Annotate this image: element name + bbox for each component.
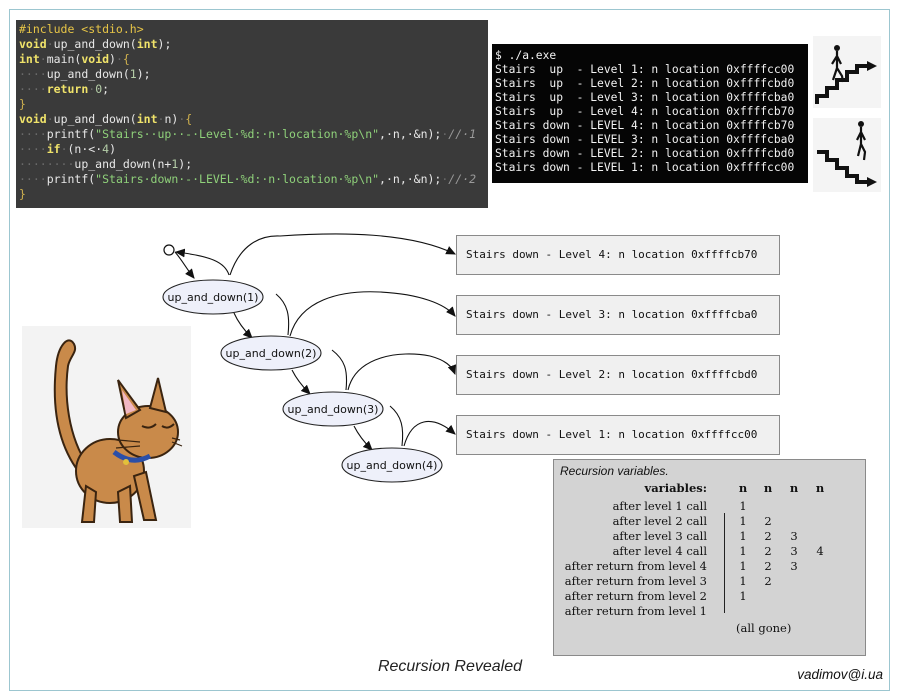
arrow-msg3-to-node1: [275, 291, 455, 337]
variables-cell: 1: [739, 544, 747, 558]
call-node-2: up_and_down(2): [220, 335, 322, 371]
variables-cell: 2: [764, 559, 772, 573]
variables-row-label: after return from level 2: [564, 589, 707, 603]
variables-row: after return from level 1: [554, 604, 865, 619]
variables-column-header: n: [763, 481, 773, 495]
variables-header-label: variables:: [644, 481, 707, 495]
variables-cell: 2: [764, 574, 772, 588]
arrow-node1-to-node2: [233, 312, 253, 339]
message-level-4: Stairs down - Level 4: n location 0xffff…: [456, 235, 780, 275]
svg-text:up_and_down(2): up_and_down(2): [226, 347, 317, 360]
variables-row-label: after return from level 3: [564, 574, 707, 588]
variables-row: after level 3 call 1 2 3: [554, 529, 865, 544]
variables-row-label: after return from level 1: [564, 604, 707, 618]
variables-column-header: n: [738, 481, 748, 495]
variables-row: after return from level 3 1 2: [554, 574, 865, 589]
call-node-4: up_and_down(4): [341, 447, 443, 483]
variables-cell: 1: [739, 499, 747, 513]
recursion-variables-panel: Recursion variables. (all gone) variable…: [553, 459, 866, 656]
variables-cell: 3: [790, 559, 798, 573]
variables-cell: 1: [739, 589, 747, 603]
arrow-msg1-to-node3: [389, 405, 455, 447]
call-node-3: up_and_down(3): [282, 391, 384, 427]
arrow-msg4-to-node1: [229, 233, 456, 276]
svg-text:up_and_down(4): up_and_down(4): [347, 459, 438, 472]
variables-cell: 3: [790, 544, 798, 558]
variables-cell: 1: [739, 514, 747, 528]
variables-row-label: after level 4 call: [612, 544, 707, 558]
variables-cell: 3: [790, 529, 798, 543]
variables-cell: 1: [739, 529, 747, 543]
variables-row: after level 1 call 1: [554, 499, 865, 514]
variables-cell: 2: [764, 544, 772, 558]
variables-cell: 1: [739, 574, 747, 588]
arrow-node3-to-node4: [353, 425, 373, 451]
arrow-msg2-to-node2: [331, 349, 455, 391]
variables-row: after return from level 4 1 2 3: [554, 559, 865, 574]
variables-header-row: variables: n n n n: [554, 481, 865, 496]
svg-text:up_and_down(3): up_and_down(3): [288, 403, 379, 416]
variables-row-label: after level 1 call: [612, 499, 707, 513]
variables-row-label: after return from level 4: [564, 559, 707, 573]
variables-cell: 4: [816, 544, 824, 558]
message-level-3: Stairs down - Level 3: n location 0xffff…: [456, 295, 780, 335]
variables-row: after level 2 call 1 2: [554, 514, 865, 529]
variables-row-label: after level 3 call: [612, 529, 707, 543]
message-level-2: Stairs down - Level 2: n location 0xffff…: [456, 355, 780, 395]
variables-cell: 2: [764, 514, 772, 528]
variables-row: after level 4 call 1 2 3 4: [554, 544, 865, 559]
figure-caption: Recursion Revealed: [377, 658, 523, 675]
variables-cell: 1: [739, 559, 747, 573]
arrow-start-to-node1: [174, 251, 195, 279]
start-node: [163, 244, 175, 256]
variables-footer: (all gone): [736, 621, 792, 635]
message-level-1: Stairs down - Level 1: n location 0xffff…: [456, 415, 780, 455]
variables-title: Recursion variables.: [560, 464, 669, 478]
variables-cell: 2: [764, 529, 772, 543]
variables-column-header: n: [789, 481, 799, 495]
call-node-1: up_and_down(1): [162, 279, 264, 315]
variables-row: after return from level 2 1: [554, 589, 865, 604]
arrow-node2-to-node3: [291, 369, 311, 395]
svg-text:up_and_down(1): up_and_down(1): [168, 291, 259, 304]
variables-row-label: after level 2 call: [612, 514, 707, 528]
variables-column-header: n: [815, 481, 825, 495]
author-email: vadimov@i.ua: [797, 667, 883, 682]
